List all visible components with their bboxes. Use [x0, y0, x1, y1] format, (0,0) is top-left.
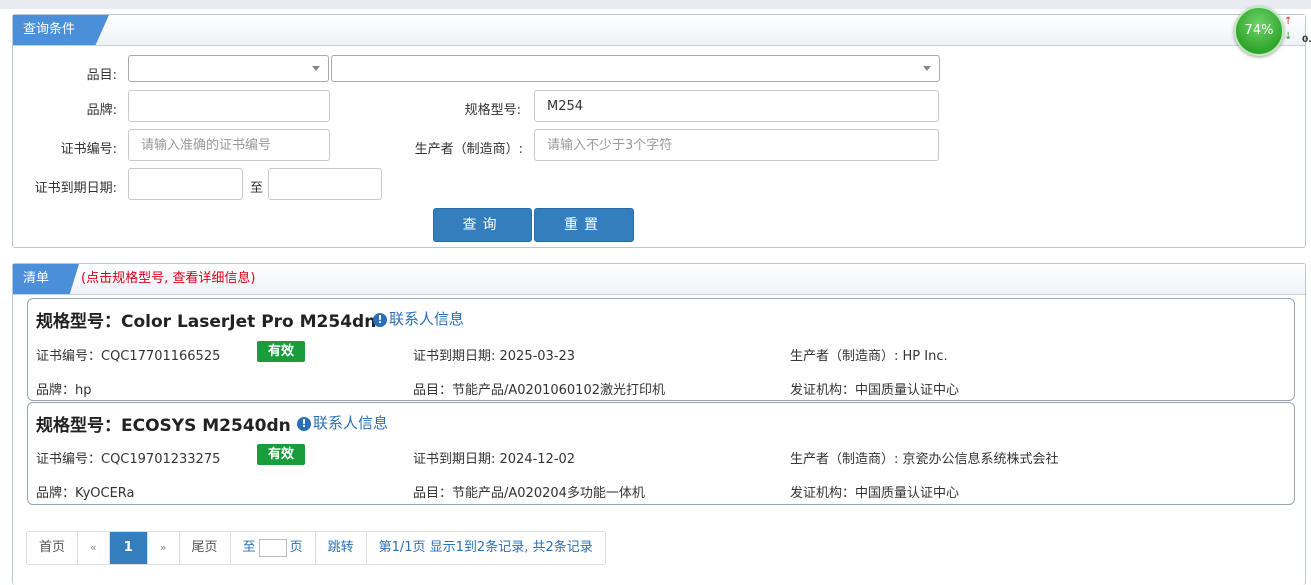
top-strip	[0, 0, 1311, 9]
expiry-to-label: 至	[249, 181, 263, 196]
chevron-down-icon	[923, 66, 931, 71]
query-panel-header: 查询条件	[13, 15, 1305, 46]
issuer: 发证机构：中国质量认证中心	[790, 486, 960, 501]
brand-label: 品牌:	[86, 103, 117, 118]
last-page-button[interactable]: 尾页	[180, 532, 231, 564]
search-button[interactable]: 查询	[433, 208, 532, 242]
next-page-button[interactable]: »	[148, 532, 180, 564]
cert-no: 证书编号：CQC17701166525	[36, 349, 221, 364]
arrow-down-icon: ↓	[1284, 31, 1293, 42]
issuer: 发证机构：中国质量认证中心	[790, 383, 960, 398]
list-panel-title: 清单	[13, 264, 79, 294]
list-item: 规格型号：Color LaserJet Pro M254dn ! 联系人信息 证书…	[27, 298, 1295, 401]
category-label: 品目:	[86, 68, 117, 83]
info-icon: !	[297, 417, 311, 431]
jump-button[interactable]: 跳转	[316, 532, 367, 564]
manufacturer-input[interactable]	[534, 129, 939, 161]
arrow-up-icon: ↑	[1284, 16, 1293, 27]
model-label: 规格型号:	[464, 103, 521, 118]
prev-page-button[interactable]: «	[78, 532, 110, 564]
cert-no-input[interactable]	[128, 129, 330, 161]
contact-info-label: 联系人信息	[313, 414, 389, 432]
info-icon: !	[373, 313, 387, 327]
brand-input[interactable]	[128, 90, 330, 122]
manufacturer: 生产者（制造商）: HP Inc.	[790, 349, 948, 364]
chevron-down-icon	[312, 66, 320, 71]
goto-prefix: 至	[242, 540, 256, 555]
query-panel-title: 查询条件	[13, 15, 109, 45]
manufacturer: 生产者（制造商）: 京瓷办公信息系统株式会社	[790, 452, 1059, 467]
list-panel-header: 清单 (点击规格型号, 查看详细信息)	[13, 264, 1305, 295]
speed-value: 0.	[1302, 35, 1311, 45]
brand: 品牌：KyOCERa	[36, 486, 135, 501]
cert-no: 证书编号：CQC19701233275	[36, 452, 221, 467]
goto-page: 至页	[231, 532, 316, 564]
model-title-link[interactable]: 规格型号：ECOSYS M2540dn	[36, 411, 291, 436]
category: 品目：节能产品/A020204多功能一体机	[413, 486, 645, 501]
cert-no-label: 证书编号:	[60, 142, 117, 157]
category: 品目：节能产品/A0201060102激光打印机	[413, 383, 665, 398]
page-summary: 第1/1页 显示1到2条记录, 共2条记录	[378, 540, 593, 555]
status-badge: 有效	[257, 444, 305, 465]
category-select-secondary[interactable]	[331, 55, 940, 82]
reset-button[interactable]: 重置	[534, 208, 634, 242]
current-page-button[interactable]: 1	[109, 532, 148, 564]
expiry-from-input[interactable]	[128, 168, 243, 200]
manufacturer-label: 生产者（制造商）:	[414, 142, 523, 157]
contact-info-link[interactable]: ! 联系人信息	[373, 308, 464, 329]
speed-widget[interactable]: 74%	[1234, 6, 1284, 56]
goto-suffix: 页	[289, 540, 303, 555]
category-select-primary[interactable]	[128, 55, 329, 82]
contact-info-link[interactable]: ! 联系人信息	[297, 412, 388, 433]
status-badge: 有效	[257, 341, 305, 362]
first-page-button[interactable]: 首页	[27, 532, 79, 564]
usage-gauge: 74%	[1234, 6, 1284, 56]
brand: 品牌：hp	[36, 383, 92, 398]
page-number-input[interactable]	[258, 538, 287, 557]
query-panel: 查询条件 品目: 品牌: 规格型号: 证书编号: 生产者（制造商）: 证书到期日…	[12, 14, 1306, 248]
expiry-date: 证书到期日期: 2025-03-23	[413, 349, 576, 364]
contact-info-label: 联系人信息	[389, 310, 465, 328]
expiry-label: 证书到期日期:	[34, 181, 117, 196]
expiry-to-input[interactable]	[268, 168, 382, 200]
pagination: 首页 « 1 » 尾页 至页 跳转 第1/1页 显示1到2条记录, 共2条记录	[26, 531, 606, 565]
expiry-date: 证书到期日期: 2024-12-02	[413, 452, 576, 467]
model-title-link[interactable]: 规格型号：Color LaserJet Pro M254dn	[36, 307, 376, 332]
list-hint: (点击规格型号, 查看详细信息)	[81, 271, 256, 286]
model-input[interactable]	[534, 90, 939, 122]
list-item: 规格型号：ECOSYS M2540dn ! 联系人信息 证书编号：CQC19701…	[27, 402, 1295, 505]
